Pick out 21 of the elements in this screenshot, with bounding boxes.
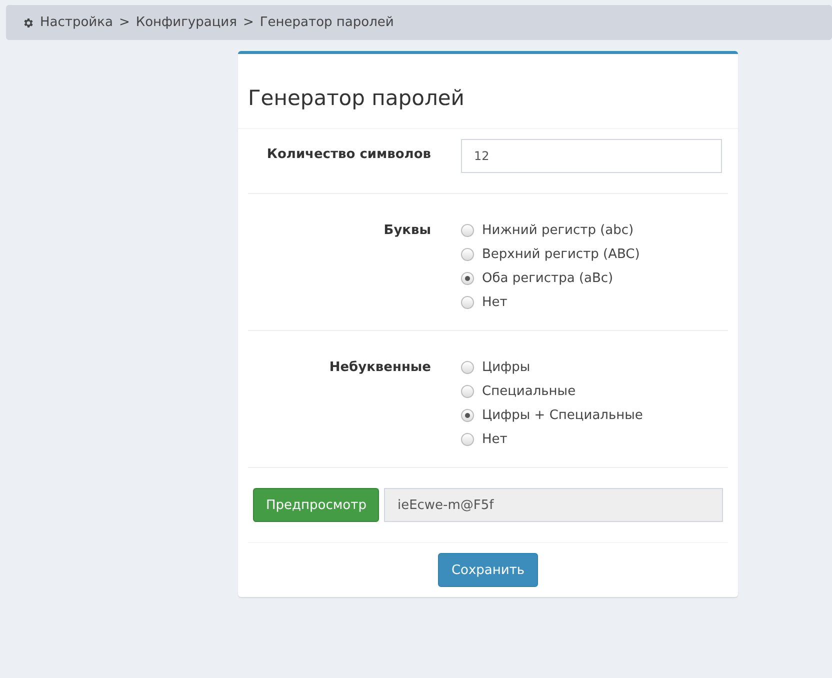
breadcrumb-link[interactable]: Генератор паролей: [260, 15, 394, 30]
gear-icon: [22, 16, 34, 28]
breadcrumb-link[interactable]: Настройка: [40, 15, 113, 30]
preview-field[interactable]: ieEcwe-m@F5f: [384, 488, 723, 522]
radio-option[interactable]: Нижний регистр (abc): [461, 223, 728, 238]
radio-option[interactable]: Специальные: [461, 384, 728, 399]
radio-option[interactable]: Оба регистра (aBc): [461, 271, 728, 286]
group-label: Буквы: [382, 223, 431, 240]
radio-option[interactable]: Цифры: [461, 360, 728, 375]
radio-option[interactable]: Нет: [461, 432, 728, 447]
card-title: Генератор паролей: [238, 54, 738, 129]
radio-option[interactable]: Цифры + Специальные: [461, 408, 728, 423]
radio-option[interactable]: Нет: [461, 295, 728, 310]
radio-option[interactable]: Верхний регистр (ABC): [461, 247, 728, 262]
save-button[interactable]: Сохранить: [438, 553, 538, 587]
length-field[interactable]: 12: [461, 139, 722, 173]
breadcrumb-link[interactable]: Конфигурация: [136, 15, 237, 30]
field-label: Количество символов: [266, 146, 431, 164]
breadcrumb-separator: >: [242, 15, 254, 30]
group-label: Небуквенные: [328, 360, 431, 377]
breadcrumb-separator: >: [118, 15, 130, 30]
